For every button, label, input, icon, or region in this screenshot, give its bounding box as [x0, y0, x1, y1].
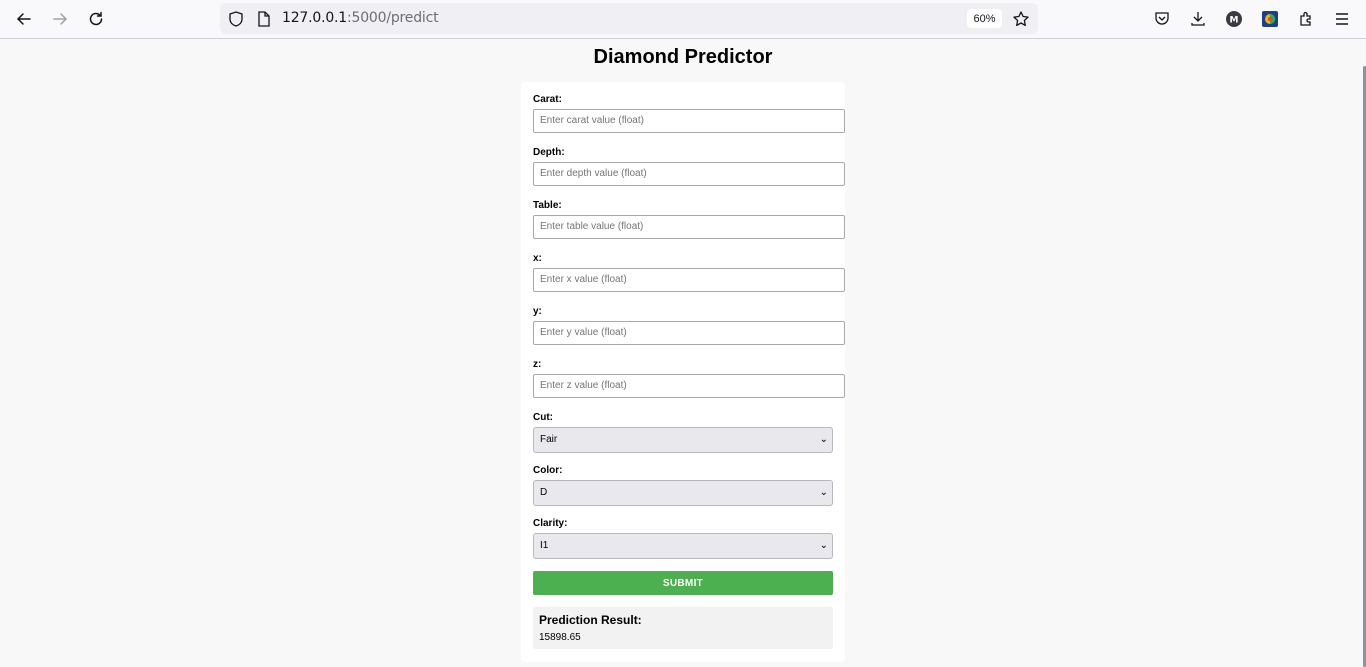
table-label: Table: [533, 200, 562, 211]
pocket-icon[interactable] [1152, 9, 1172, 29]
clarity-select[interactable]: I1 ⌄ [533, 533, 833, 559]
browser-toolbar: 127.0.0.1:5000/predict 60% M [0, 0, 1366, 39]
reload-icon [89, 11, 103, 26]
account-avatar-icon[interactable]: M [1224, 9, 1244, 29]
carat-input[interactable]: Enter carat value (float) [533, 109, 845, 133]
url-bar[interactable]: 127.0.0.1:5000/predict 60% [220, 3, 1038, 34]
prediction-result-box: Prediction Result: 15898.65 [533, 607, 833, 649]
url-text[interactable]: 127.0.0.1:5000/predict [282, 10, 439, 26]
result-title: Prediction Result: [539, 613, 642, 627]
arrow-right-icon [53, 13, 68, 25]
reload-button[interactable] [81, 4, 111, 34]
result-value: 15898.65 [539, 632, 581, 643]
bookmark-star-icon[interactable] [1012, 10, 1030, 28]
chevron-down-icon: ⌄ [819, 434, 828, 445]
prediction-form: Carat: Enter carat value (float) Depth: … [521, 82, 845, 662]
download-icon[interactable] [1188, 9, 1208, 29]
forward-button[interactable] [45, 4, 75, 34]
y-label: y: [533, 306, 542, 317]
x-input[interactable]: Enter x value (float) [533, 268, 845, 292]
x-label: x: [533, 253, 542, 264]
table-input[interactable]: Enter table value (float) [533, 215, 845, 239]
menu-hamburger-icon[interactable] [1332, 9, 1352, 29]
color-selected-value: D [540, 487, 548, 498]
arrow-left-icon [16, 13, 31, 25]
url-path: :5000/predict [347, 10, 439, 26]
z-label: z: [533, 359, 542, 370]
cut-select[interactable]: Fair ⌄ [533, 427, 833, 453]
depth-label: Depth: [533, 147, 565, 158]
color-label: Color: [533, 465, 563, 476]
color-select[interactable]: D ⌄ [533, 480, 833, 506]
cut-selected-value: Fair [540, 434, 558, 445]
extension-color-icon[interactable] [1260, 9, 1280, 29]
page-icon[interactable] [255, 10, 273, 28]
depth-input[interactable]: Enter depth value (float) [533, 162, 845, 186]
chevron-down-icon: ⌄ [819, 487, 828, 498]
y-input[interactable]: Enter y value (float) [533, 321, 845, 345]
extensions-puzzle-icon[interactable] [1296, 9, 1316, 29]
svg-text:M: M [1230, 16, 1239, 26]
z-input[interactable]: Enter z value (float) [533, 374, 845, 398]
page-title: Diamond Predictor [593, 46, 773, 68]
clarity-label: Clarity: [533, 518, 568, 529]
submit-button[interactable]: SUBMIT [533, 571, 833, 595]
cut-label: Cut: [533, 412, 553, 423]
back-button[interactable] [9, 4, 39, 34]
chevron-down-icon: ⌄ [819, 540, 828, 551]
zoom-level-badge[interactable]: 60% [967, 9, 1002, 28]
shield-icon[interactable] [227, 10, 245, 28]
clarity-selected-value: I1 [540, 540, 549, 551]
carat-label: Carat: [533, 94, 562, 105]
url-host: 127.0.0.1 [282, 10, 347, 26]
